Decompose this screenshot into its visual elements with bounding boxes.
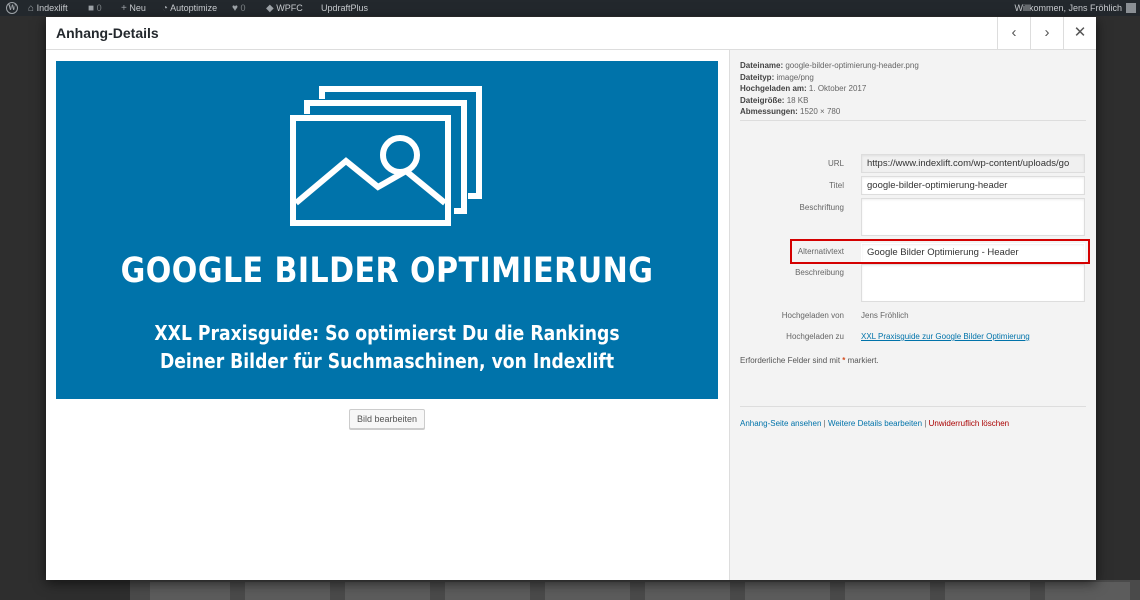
title-field[interactable]: google-bilder-optimierung-header bbox=[861, 176, 1085, 195]
thumbnail bbox=[345, 582, 430, 600]
dimensions-row: Abmessungen: 1520 × 780 bbox=[740, 107, 841, 116]
delete-permanently-link[interactable]: Unwiderruflich löschen bbox=[929, 419, 1009, 428]
uploaded-by-label: Hochgeladen von bbox=[781, 311, 844, 320]
uploaded-to-link[interactable]: XXL Praxisguide zur Google Bilder Optimi… bbox=[861, 332, 1030, 341]
admin-bar: W ⌂ Indexlift ■ 0 + Neu ◔ Autoptimize ♥ … bbox=[0, 0, 1140, 16]
uploaded-by-value: Jens Fröhlich bbox=[861, 311, 909, 320]
wordpress-logo-icon[interactable]: W bbox=[6, 2, 18, 14]
filename: google-bilder-optimierung-header.png bbox=[785, 61, 919, 70]
admin-bar-comments[interactable]: ■ 0 bbox=[88, 0, 102, 17]
divider bbox=[740, 406, 1086, 407]
site-name: Indexlift bbox=[36, 3, 68, 13]
edit-more-details-link[interactable]: Weitere Details bearbeiten bbox=[828, 419, 922, 428]
admin-bar-wpfc[interactable]: ◆ WPFC bbox=[266, 0, 303, 17]
gauge-icon: ◔ bbox=[162, 3, 169, 14]
preview-subtitle-line: XXL Praxisguide: So optimierst Du die Ra… bbox=[154, 321, 620, 345]
thumbnail bbox=[945, 582, 1030, 600]
upload-date-row: Hochgeladen am: 1. Oktober 2017 bbox=[740, 84, 867, 93]
home-icon: ⌂ bbox=[28, 3, 35, 14]
attachment-info-sidebar: Dateiname: google-bilder-optimierung-hea… bbox=[729, 50, 1096, 580]
comment-count: 0 bbox=[96, 3, 102, 13]
image-placeholder-icon bbox=[290, 86, 482, 226]
wpfc-icon: ◆ bbox=[266, 3, 274, 14]
preview-headline: GOOGLE BILDER OPTIMIERUNG bbox=[120, 251, 654, 291]
attachment-actions: Anhang-Seite ansehen | Weitere Details b… bbox=[740, 419, 1009, 428]
caption-label: Beschriftung bbox=[799, 203, 844, 212]
next-button[interactable]: › bbox=[1030, 17, 1063, 49]
close-icon: ✕ bbox=[1073, 24, 1087, 41]
avatar[interactable] bbox=[1126, 3, 1136, 13]
filesize-row: Dateigröße: 18 KB bbox=[740, 95, 809, 105]
upload-date: 1. Oktober 2017 bbox=[808, 84, 867, 93]
url-field[interactable]: https://www.indexlift.com/wp-content/upl… bbox=[861, 154, 1085, 173]
alt-text-field[interactable]: Google Bilder Optimierung - Header bbox=[861, 243, 1085, 262]
thumbnail bbox=[845, 582, 930, 600]
chevron-right-icon: › bbox=[1044, 24, 1050, 41]
divider bbox=[740, 120, 1086, 121]
new-label: Neu bbox=[129, 3, 146, 13]
title-label: Titel bbox=[829, 181, 844, 190]
comment-icon: ■ bbox=[88, 3, 95, 14]
modal-title: Anhang-Details bbox=[56, 25, 159, 41]
thumbnail bbox=[245, 582, 330, 600]
close-button[interactable]: ✕ bbox=[1063, 17, 1096, 49]
plus-icon: + bbox=[121, 3, 127, 14]
admin-bar-updraft[interactable]: UpdraftPlus bbox=[321, 0, 368, 16]
autoptimize-label: Autoptimize bbox=[170, 3, 218, 13]
view-attachment-link[interactable]: Anhang-Seite ansehen bbox=[740, 419, 821, 428]
likes-count: 0 bbox=[240, 3, 246, 13]
chevron-left-icon: ‹ bbox=[1011, 24, 1017, 41]
thumbnail bbox=[745, 582, 830, 600]
thumbnail bbox=[545, 582, 630, 600]
required-fields-note: Erforderliche Felder sind mit * markiert… bbox=[740, 356, 879, 365]
thumbnail bbox=[445, 582, 530, 600]
image-preview: GOOGLE BILDER OPTIMIERUNG XXL Praxisguid… bbox=[56, 61, 718, 399]
welcome-text: Willkommen, Jens Fröhlich bbox=[1014, 3, 1122, 13]
preview-subtitle: XXL Praxisguide: So optimierst Du die Ra… bbox=[102, 319, 671, 375]
wpfc-label: WPFC bbox=[276, 3, 303, 13]
admin-bar-autoptimize[interactable]: ◔ Autoptimize bbox=[162, 0, 217, 17]
description-field[interactable] bbox=[861, 264, 1085, 302]
filetype-row: Dateityp: image/png bbox=[740, 72, 814, 82]
filesize: 18 KB bbox=[786, 95, 809, 105]
caption-field[interactable] bbox=[861, 198, 1085, 236]
action-separator: | bbox=[823, 419, 826, 428]
admin-bar-welcome[interactable]: Willkommen, Jens Fröhlich bbox=[1014, 0, 1122, 16]
previous-button[interactable]: ‹ bbox=[997, 17, 1030, 49]
admin-bar-likes[interactable]: ♥ 0 bbox=[232, 0, 245, 17]
preview-subtitle-line: Deiner Bilder für Suchmaschinen, von Ind… bbox=[159, 349, 615, 373]
attachment-details-modal: Anhang-Details ‹ › ✕ GOOGLE BILDER OPTIM… bbox=[46, 17, 1096, 580]
action-separator: | bbox=[924, 419, 927, 428]
edit-image-button[interactable]: Bild bearbeiten bbox=[349, 409, 426, 429]
admin-bar-new[interactable]: + Neu bbox=[121, 0, 146, 17]
media-pane: GOOGLE BILDER OPTIMIERUNG XXL Praxisguid… bbox=[46, 50, 729, 580]
thumbnail bbox=[645, 582, 730, 600]
media-grid-behind bbox=[130, 580, 1140, 600]
url-label: URL bbox=[827, 159, 844, 168]
updraft-label: UpdraftPlus bbox=[321, 3, 369, 13]
heart-icon: ♥ bbox=[232, 3, 238, 14]
required-star: * bbox=[842, 356, 846, 365]
filetype: image/png bbox=[776, 72, 814, 82]
admin-bar-site[interactable]: ⌂ Indexlift bbox=[28, 0, 68, 17]
modal-header: Anhang-Details ‹ › ✕ bbox=[46, 17, 1096, 50]
alt-text-label: Alternativtext bbox=[797, 247, 844, 256]
dimensions: 1520 × 780 bbox=[800, 107, 841, 116]
file-info: Dateiname: google-bilder-optimierung-hea… bbox=[740, 60, 919, 118]
uploaded-to-label: Hochgeladen zu bbox=[786, 332, 844, 341]
thumbnail bbox=[150, 582, 230, 600]
filename-row: Dateiname: google-bilder-optimierung-hea… bbox=[740, 61, 919, 70]
thumbnail bbox=[1045, 582, 1130, 600]
description-label: Beschreibung bbox=[795, 268, 844, 277]
